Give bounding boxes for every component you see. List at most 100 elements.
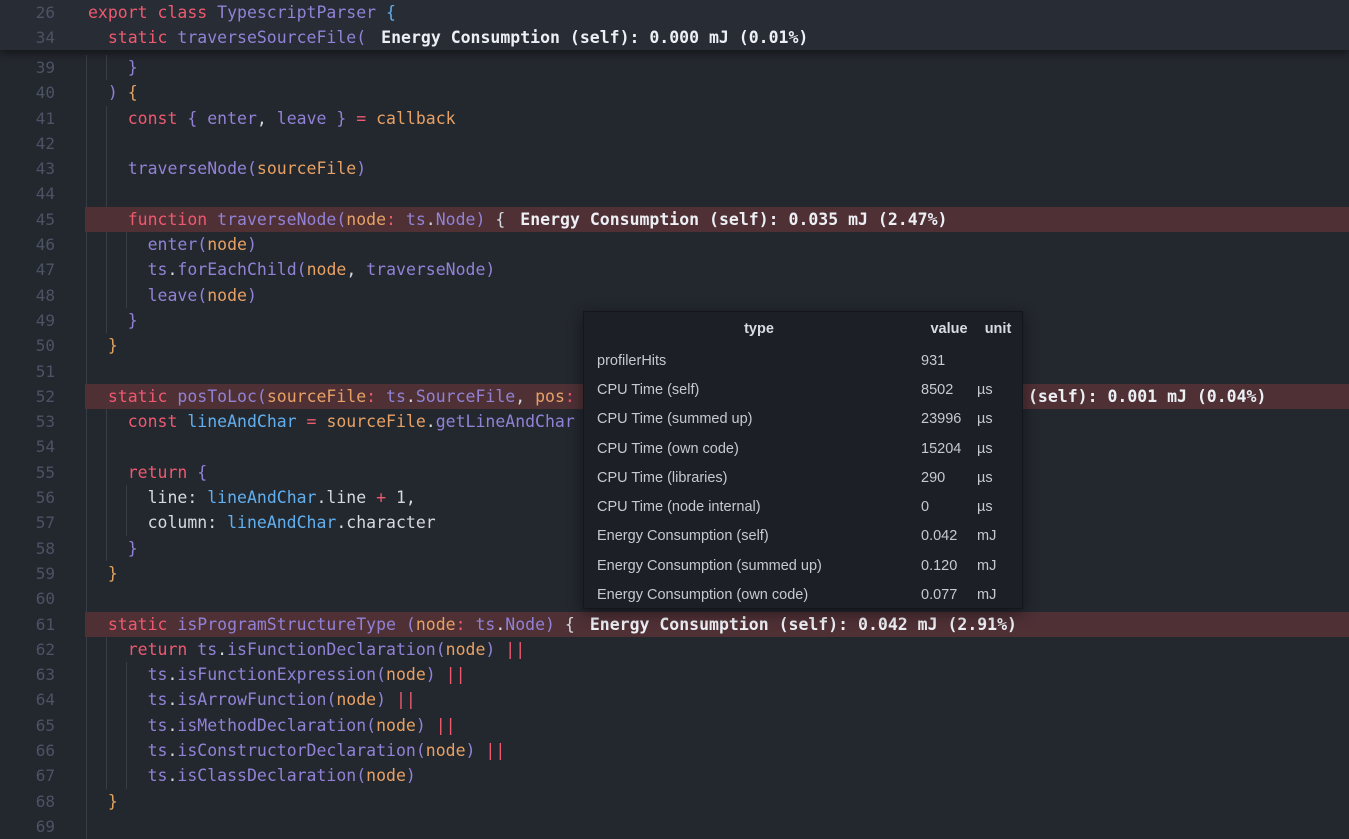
code-line-62[interactable]: 62 return ts.isFunctionDeclaration(node)…	[0, 637, 1349, 662]
indent-guide	[106, 131, 107, 156]
code-line-66[interactable]: 66 ts.isConstructorDeclaration(node) ||	[0, 738, 1349, 763]
code-token: .	[426, 412, 436, 431]
tooltip-cell-unit: µs	[977, 499, 1019, 515]
code-line-40[interactable]: 40 ) {	[0, 80, 1349, 105]
code-token: callback	[376, 109, 455, 128]
sticky-scroll-header[interactable]: 26export class TypescriptParser {34 stat…	[0, 0, 1349, 50]
indent-guide	[86, 662, 87, 687]
code-text: ) {	[88, 80, 138, 105]
code-token: +	[376, 488, 386, 507]
line-number[interactable]: 26	[0, 0, 55, 25]
tooltip-row: CPU Time (summed up)23996µs	[584, 405, 1022, 434]
code-line-65[interactable]: 65 ts.isMethodDeclaration(node) ||	[0, 713, 1349, 738]
code-line-42[interactable]: 42	[0, 131, 1349, 156]
line-number[interactable]: 64	[0, 687, 55, 712]
code-line-34[interactable]: 34 static traverseSourceFile(Energy Cons…	[0, 25, 1349, 50]
code-line-67[interactable]: 67 ts.isClassDeclaration(node)	[0, 763, 1349, 788]
code-line-43[interactable]: 43 traverseNode(sourceFile)	[0, 156, 1349, 181]
line-number[interactable]: 39	[0, 55, 55, 80]
tooltip-cell-type: profilerHits	[597, 353, 921, 369]
code-token: (	[416, 741, 426, 760]
code-editor[interactable]: 39 }40 ) {41 const { enter, leave } = ca…	[0, 0, 1349, 838]
line-number[interactable]: 63	[0, 662, 55, 687]
code-line-44[interactable]: 44	[0, 181, 1349, 206]
code-line-46[interactable]: 46 enter(node)	[0, 232, 1349, 257]
line-number[interactable]: 59	[0, 561, 55, 586]
line-number[interactable]: 50	[0, 333, 55, 358]
line-number[interactable]: 67	[0, 763, 55, 788]
code-line-47[interactable]: 47 ts.forEachChild(node, traverseNode)	[0, 257, 1349, 282]
code-line-39[interactable]: 39 }	[0, 55, 1349, 80]
line-number[interactable]: 51	[0, 359, 55, 384]
line-number[interactable]: 34	[0, 25, 55, 50]
indent-guide	[86, 586, 87, 611]
line-number[interactable]: 66	[0, 738, 55, 763]
line-number[interactable]: 69	[0, 814, 55, 839]
line-number[interactable]: 40	[0, 80, 55, 105]
code-text: }	[88, 561, 118, 586]
line-number[interactable]: 52	[0, 384, 55, 409]
line-number[interactable]: 49	[0, 308, 55, 333]
line-number[interactable]: 58	[0, 536, 55, 561]
line-number[interactable]: 43	[0, 156, 55, 181]
tooltip-cell-value: 8502	[921, 382, 977, 398]
tooltip-cell-value: 23996	[921, 411, 977, 427]
tooltip-row: CPU Time (own code)15204µs	[584, 434, 1022, 463]
code-token: static	[88, 387, 177, 406]
line-number[interactable]: 55	[0, 460, 55, 485]
indent-guide	[106, 181, 107, 206]
line-number[interactable]: 46	[0, 232, 55, 257]
code-token: .	[167, 260, 177, 279]
code-line-61[interactable]: 61 static isProgramStructureType (node: …	[0, 612, 1349, 637]
line-number[interactable]: 62	[0, 637, 55, 662]
code-text: return {	[88, 460, 207, 485]
code-line-41[interactable]: 41 const { enter, leave } = callback	[0, 106, 1349, 131]
code-line-63[interactable]: 63 ts.isFunctionExpression(node) ||	[0, 662, 1349, 687]
code-token: .	[167, 741, 177, 760]
code-token: .	[167, 665, 177, 684]
code-token: {	[485, 210, 505, 229]
code-token: Node	[505, 615, 545, 634]
code-text: ts.isClassDeclaration(node)	[88, 763, 416, 788]
code-text: static traverseSourceFile(Energy Consump…	[88, 25, 808, 50]
line-number[interactable]: 45	[0, 207, 55, 232]
line-number[interactable]: 56	[0, 485, 55, 510]
code-line-64[interactable]: 64 ts.isArrowFunction(node) ||	[0, 687, 1349, 712]
code-token: .	[167, 766, 177, 785]
line-number[interactable]: 60	[0, 586, 55, 611]
code-text: line: lineAndChar.line + 1,	[88, 485, 416, 510]
line-number[interactable]: 65	[0, 713, 55, 738]
code-line-69[interactable]: 69	[0, 814, 1349, 839]
code-line-68[interactable]: 68 }	[0, 789, 1349, 814]
line-number[interactable]: 42	[0, 131, 55, 156]
line-number[interactable]: 47	[0, 257, 55, 282]
code-token: TypescriptParser	[217, 3, 376, 22]
line-number[interactable]: 57	[0, 510, 55, 535]
code-line-48[interactable]: 48 leave(node)	[0, 283, 1349, 308]
tooltip-cell-type: Energy Consumption (self)	[597, 528, 921, 544]
line-number[interactable]: 41	[0, 106, 55, 131]
line-number[interactable]: 54	[0, 434, 55, 459]
line-number[interactable]: 44	[0, 181, 55, 206]
indent-guide	[86, 333, 87, 358]
tooltip-cell-type: CPU Time (node internal)	[597, 499, 921, 515]
tooltip-cell-value: 0.120	[921, 558, 977, 574]
code-line-45[interactable]: 45 function traverseNode(node: ts.Node) …	[0, 207, 1349, 232]
line-number[interactable]: 48	[0, 283, 55, 308]
indent-guide	[86, 131, 87, 156]
code-token: ,	[515, 387, 535, 406]
code-token: =	[297, 412, 327, 431]
tooltip-row: Energy Consumption (summed up)0.120mJ	[584, 551, 1022, 580]
code-token: )	[356, 159, 366, 178]
line-number[interactable]: 68	[0, 789, 55, 814]
code-token: }	[88, 336, 118, 355]
code-token: ts	[396, 210, 426, 229]
code-line-26[interactable]: 26export class TypescriptParser {	[0, 0, 1349, 25]
code-token: )	[466, 741, 476, 760]
indent-guide	[86, 359, 87, 384]
line-number[interactable]: 53	[0, 409, 55, 434]
code-token: (	[436, 640, 446, 659]
code-token: :	[456, 615, 466, 634]
line-number[interactable]: 61	[0, 612, 55, 637]
tooltip-row: Energy Consumption (own code)0.077mJ	[584, 580, 1022, 609]
